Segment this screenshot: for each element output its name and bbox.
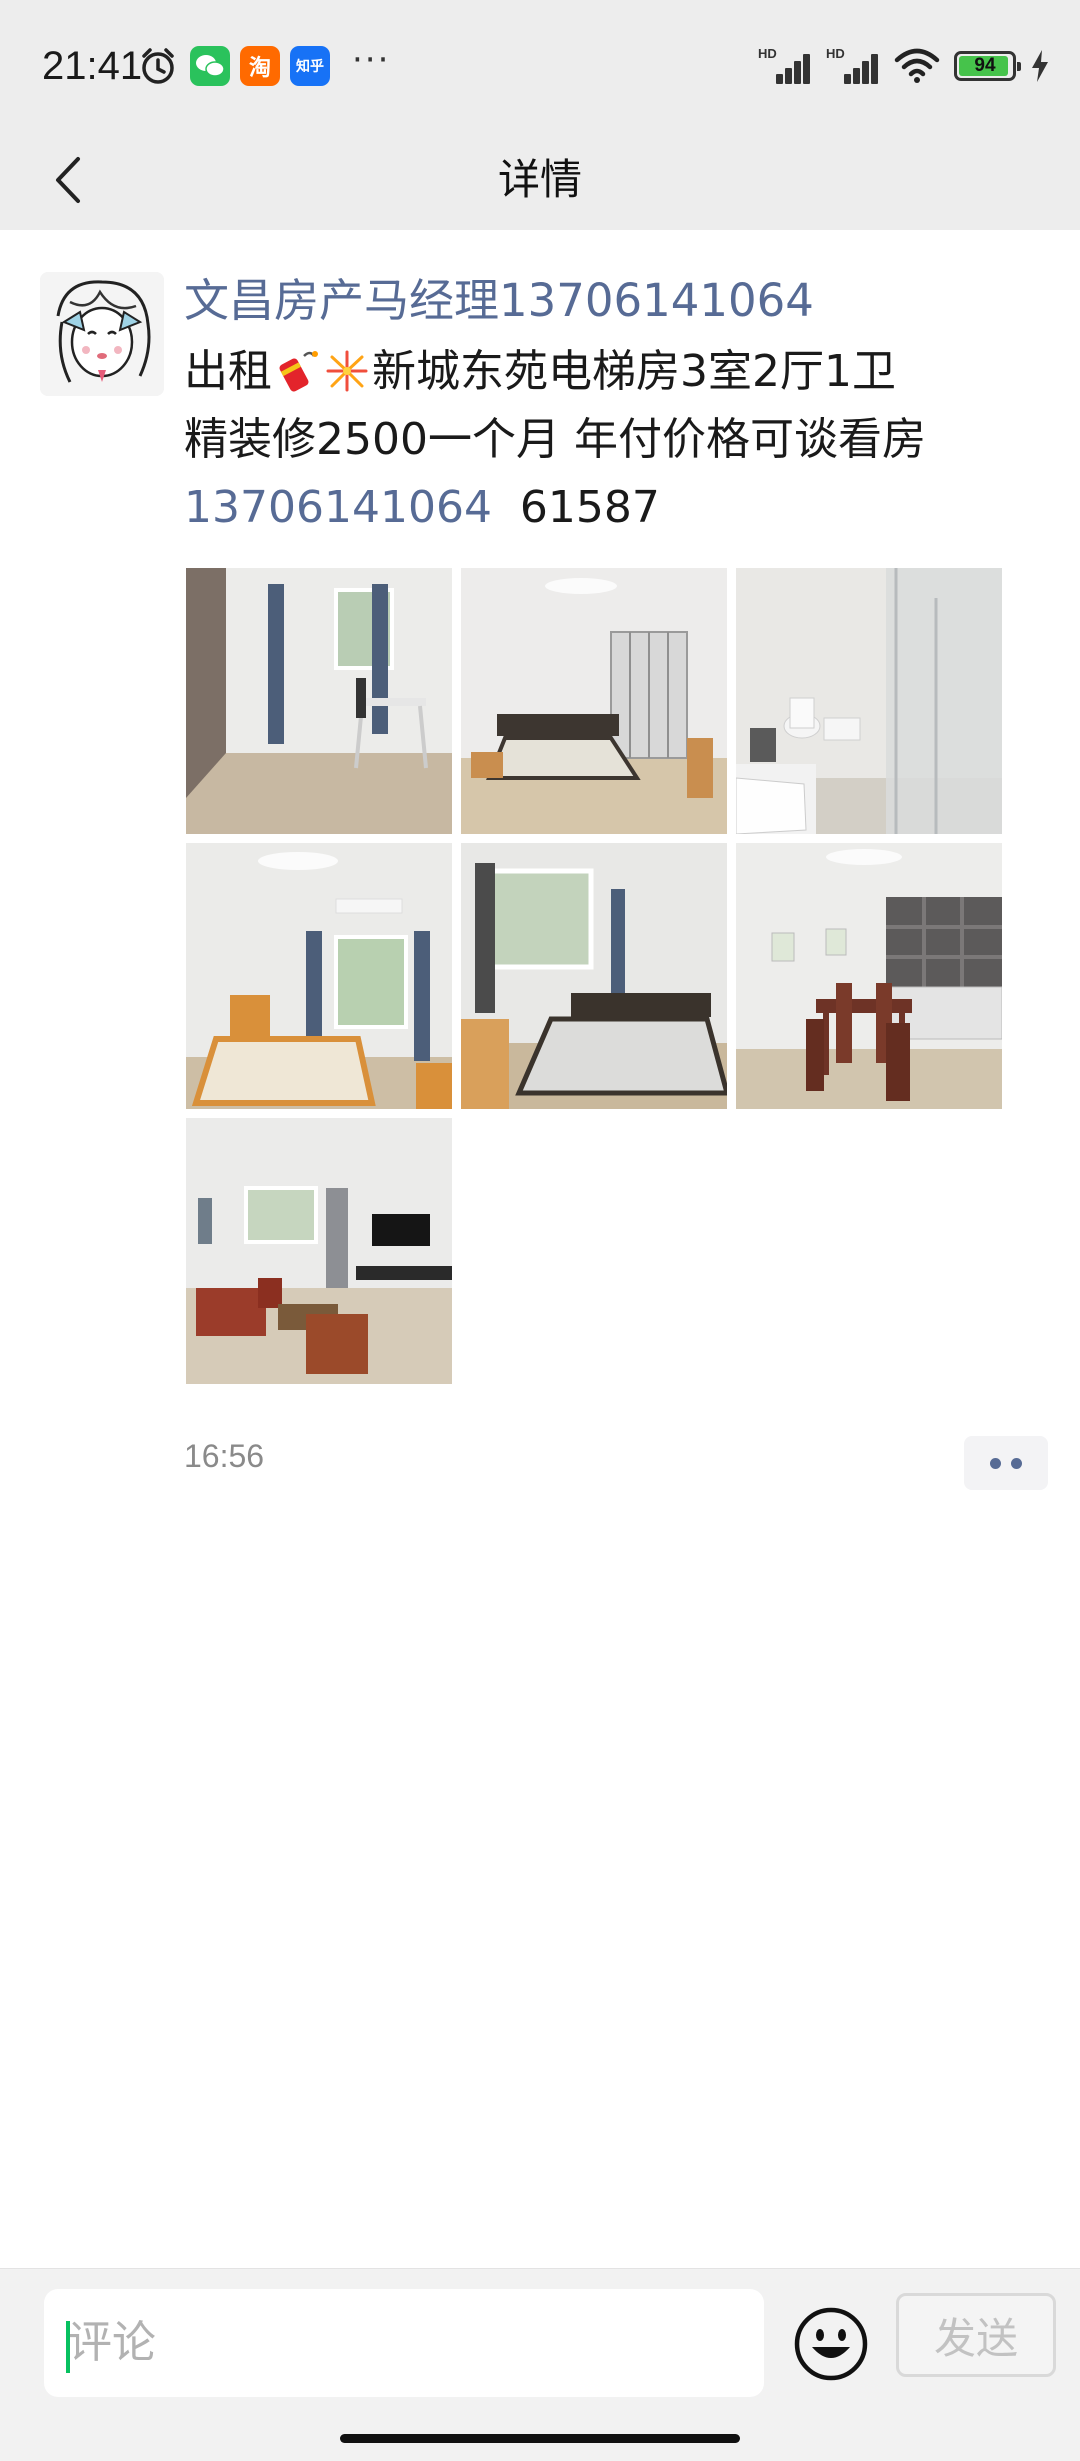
photo-grid (186, 568, 1006, 1384)
bedroom-wardrobe-photo[interactable] (461, 568, 727, 834)
phone-link[interactable]: 13706141064 (184, 482, 492, 533)
post-line-3: 13706141064 61587 (184, 474, 1044, 542)
page-title: 详情 (497, 155, 582, 204)
battery-level: 94 (974, 55, 996, 76)
wifi-icon (894, 48, 940, 83)
zhihu-icon: 知乎 (290, 46, 330, 86)
post-content: 出租 新城东苑电梯房3室2厅1卫 精装修2500一个月 年付价格可谈看房 137… (184, 338, 1044, 542)
bathroom-photo[interactable] (736, 568, 1002, 834)
post-text-number: 61587 (519, 482, 660, 533)
signal-hd-label: HD (758, 46, 777, 61)
post-time: 16:56 (184, 1438, 265, 1474)
living-room-sofa-photo[interactable] (186, 1118, 452, 1384)
text-caret (66, 2321, 70, 2373)
post-line-1: 出租 新城东苑电梯房3室2厅1卫 (184, 338, 1044, 406)
comment-bar: 评论 发送 (0, 2268, 1080, 2461)
status-time: 21:41 (42, 44, 143, 88)
living-room-window-photo[interactable] (186, 568, 452, 834)
more-actions-button[interactable] (964, 1436, 1048, 1490)
avatar[interactable] (40, 272, 164, 396)
post-text-suffix: 新城东苑电梯房3室2厅1卫 (372, 346, 896, 397)
dining-room-photo[interactable] (736, 843, 1002, 1109)
dot-icon (1011, 1457, 1022, 1469)
signal-hd-label: HD (826, 46, 845, 61)
dot-icon (990, 1457, 1001, 1469)
fireworks-emoji (326, 350, 368, 392)
nav-header: 详情 (0, 130, 1080, 230)
alarm-icon (142, 48, 174, 84)
firecracker-emoji (279, 351, 318, 392)
send-button[interactable]: 发送 (896, 2293, 1056, 2377)
system-indicators: HD HD 94 (758, 46, 1050, 86)
wechat-icon (190, 46, 230, 86)
emoji-button[interactable] (792, 2305, 870, 2383)
battery-icon: 94 (954, 51, 1021, 81)
signal-icon: HD (826, 46, 880, 84)
smiley-icon (794, 2307, 868, 2381)
signal-icon: HD (758, 46, 812, 84)
comment-input[interactable]: 评论 (44, 2289, 764, 2397)
top-bar: 21:41 淘 知乎 ··· HD HD 94 详情 (0, 0, 1080, 230)
bedroom-orange-bed-photo[interactable] (186, 843, 452, 1109)
comment-placeholder: 评论 (68, 2317, 156, 2368)
post-line-2: 精装修2500一个月 年付价格可谈看房 (184, 414, 926, 465)
post-text-prefix: 出租 (184, 346, 272, 397)
taobao-icon: 淘 (240, 46, 280, 86)
more-notifications-icon: ··· (352, 40, 391, 80)
charging-icon (1032, 50, 1048, 82)
status-bar: 21:41 淘 知乎 ··· HD HD 94 (0, 0, 1080, 130)
bedroom-grey-bed-photo[interactable] (461, 843, 727, 1109)
home-indicator[interactable] (340, 2434, 740, 2443)
author-name[interactable]: 文昌房产马经理13706141064 (184, 270, 814, 332)
